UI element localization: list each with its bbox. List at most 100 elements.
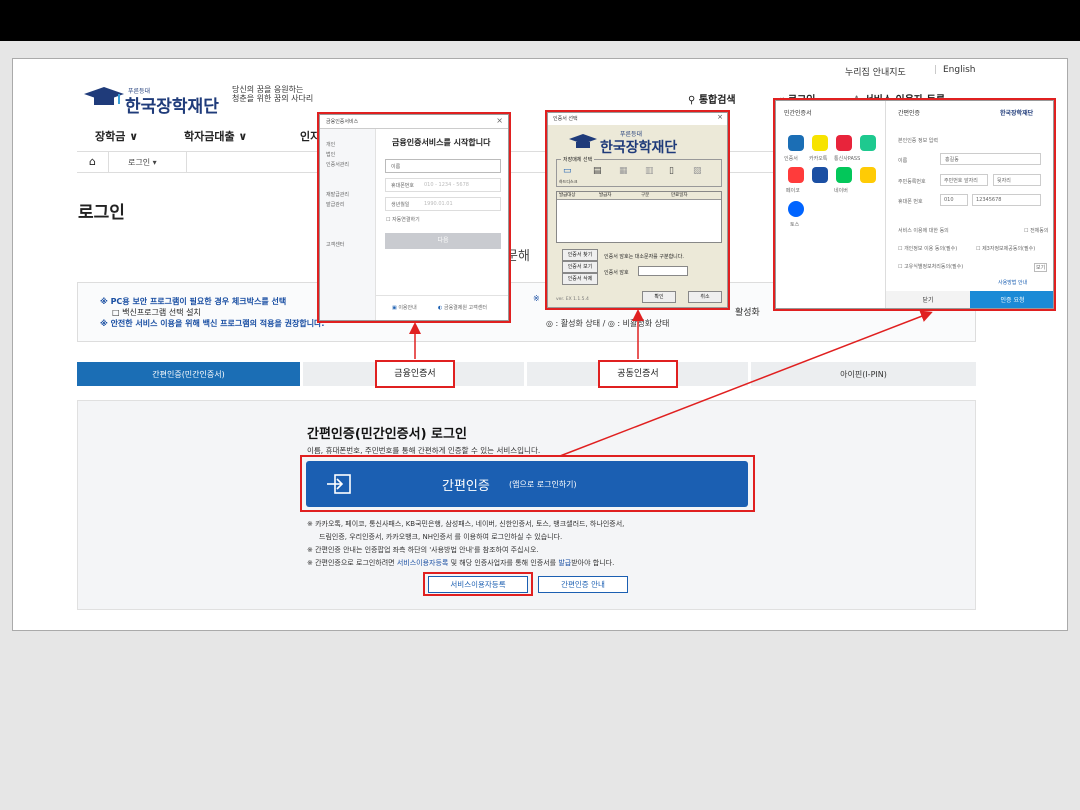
agree-item[interactable]: ☐ 제3자정보제공동의(필수) [976,245,1035,252]
provider-label: 통신사PASS [834,156,861,162]
note4-register-link[interactable]: 서비스이용자등록 [397,559,449,567]
rrn-back-input[interactable]: 뒷자리 [993,174,1041,186]
phone-label: 휴대폰번호 [391,183,415,189]
notice-mark: ※ [533,294,540,303]
simple-auth-sublabel: (앱으로 로그인하기) [509,480,577,489]
rrn-front-input[interactable]: 주민번호 앞자리 [940,174,988,186]
phone-placeholder: 010 - 1234 - 5678 [424,182,469,188]
simple-auth-label: 간편인증 [442,479,490,494]
carrier-select[interactable]: 010 [940,194,968,206]
simple-popup-logo: 한국장학재단 [1000,110,1034,117]
sitemap-link[interactable]: 누리집 안내지도 [845,65,906,78]
name-label: 이름 [898,158,908,164]
auto-connect-checkbox[interactable]: ☐ 자동연결하기 [386,216,420,223]
kb-icon[interactable] [860,167,876,183]
panel-note-3: ※ 간편인증 안내는 인증팝업 좌측 하단의 '사용방법 안내'를 참조하여 주… [307,546,539,554]
guide-button[interactable]: 간편인증 안내 [538,576,628,593]
gnb-loan[interactable]: 학자금대출 ∨ [184,128,247,144]
next-button[interactable]: 다음 [385,233,501,249]
breadcrumb-current[interactable]: 로그인 ▾ [128,157,157,168]
name-value: 홍길동 [945,157,959,163]
request-auth-button[interactable]: 인증 요청 [970,291,1053,308]
pass-icon[interactable] [836,135,852,151]
storage-media-group: 저장매체 선택 ▭ ▤ ▦ ▥ ▯ ▧ 하드디스크 [556,156,722,187]
callout-finance-cert: 금융인증서 [375,360,455,388]
phone-input[interactable]: 12345678 [972,194,1041,206]
cert-provider-icon[interactable] [788,135,804,151]
usage-guide-link[interactable]: 사용방법 안내 [998,279,1027,286]
note4-post: 받아야 합니다. [571,559,615,567]
media-label: 하드디스크 [559,179,578,184]
side-item[interactable]: 고객센터 [326,241,344,248]
phone-label: 휴대폰 번호 [898,199,923,205]
logo-name: 한국장학재단 [125,97,219,117]
side-item[interactable]: 법인 [326,151,335,158]
col-header: 만료일자 [671,193,688,198]
cert-icon[interactable]: ▧ [693,166,702,176]
side-item[interactable]: 개인 [326,141,335,148]
search-label: 통합검색 [698,95,736,106]
save-token-icon[interactable]: ▥ [645,166,654,176]
toss-icon[interactable] [788,201,804,217]
close-icon[interactable]: × [717,113,723,121]
side-item[interactable]: 인증서관리 [326,161,349,168]
close-button[interactable]: 닫기 [886,291,970,308]
tab-ipin[interactable]: 아이핀(I-PIN) [751,362,976,386]
kakao-icon[interactable] [812,135,828,151]
graduation-cap-icon [84,87,124,105]
cancel-button[interactable]: 취소 [688,291,722,303]
bottom-gray-area [0,650,1080,810]
cert-list-table[interactable]: 발급대상 발급자 구분 만료일자 [556,191,722,243]
tab-simple-auth[interactable]: 간편인증(민간인증서) [77,362,300,386]
agree-item[interactable]: ☐ 개인정보 이용 동의(필수) [898,245,957,252]
close-icon[interactable]: × [496,116,503,125]
hard-disk-icon[interactable]: ▭ [563,166,572,176]
agree-item[interactable]: ☐ 고유식별정보처리동의(필수) [898,263,963,270]
note4-mid: 및 해당 인증사업자를 통해 인증서를 [448,559,559,567]
joint-logo: 푸른등대 한국장학재단 [568,129,708,156]
english-link[interactable]: English [943,65,976,75]
finance-heading: 금융인증서비스를 시작합니다 [392,138,491,147]
search-link[interactable]: ⚲ 통합검색 [688,91,736,106]
note4-pre: ※ 간편인증으로 로그인하려면 [307,559,397,567]
usage-guide-link[interactable]: ▣ 이용안내 [392,304,417,311]
find-cert-button[interactable]: 인증서 찾기 [562,249,598,261]
register-button[interactable]: 서비스이용자등록 [428,576,528,593]
payco-icon[interactable] [788,167,804,183]
view-cert-button[interactable]: 인증서 보기 [562,261,598,273]
removable-disk-icon[interactable]: ▤ [593,166,602,176]
login-arrow-icon [327,474,351,494]
search-icon: ⚲ [688,95,696,106]
samsung-pass-icon[interactable] [812,167,828,183]
panel-title: 간편인증(민간인증서) 로그인 [307,427,467,442]
side-item[interactable]: 재발급관리 [326,191,349,198]
info-icon: ▣ [392,305,397,311]
slogan: 당신의 꿈을 응원하는 청춘을 위한 꿈의 사다리 [232,85,313,103]
vaccine-checkbox[interactable]: □ 백신프로그램 선택 설치 [112,307,201,318]
naver-icon[interactable] [836,167,852,183]
simple-name-input[interactable]: 홍길동 [940,153,1041,165]
password-input[interactable] [638,266,688,276]
agree-all-checkbox[interactable]: ☐ 전체동의 [1024,227,1048,234]
carrier-value: 010 [944,197,954,203]
note4-issue-link[interactable]: 발급 [558,559,571,567]
banksalad-icon[interactable] [860,135,876,151]
side-item[interactable]: 발급관리 [326,201,344,208]
agree-item-label: 개인정보 이용 동의(필수) [904,246,958,252]
logo[interactable] [82,86,126,112]
phone-icon[interactable]: ▯ [669,166,674,176]
name-field[interactable]: 이름 [385,159,501,173]
customer-center-link[interactable]: ◐ 금융결제원 고객센터 [438,304,487,311]
simple-auth-button[interactable]: 간편인증 (앱으로 로그인하기) [306,461,748,507]
rrn-front-value: 주민번호 앞자리 [944,178,978,184]
agree-item-label: 고유식별정보처리동의(필수) [904,264,964,270]
delete-cert-button[interactable]: 인증서 삭제 [562,273,598,285]
birth-field[interactable]: 생년월일 1990.01.01 [385,197,501,211]
security-token-icon[interactable]: ▦ [619,166,628,176]
provider-label: 네이버 [834,188,848,194]
home-icon[interactable]: ⌂ [89,155,96,168]
view-button[interactable]: 보기 [1034,263,1048,272]
phone-field[interactable]: 휴대폰번호 010 - 1234 - 5678 [385,178,501,192]
gnb-scholarship[interactable]: 장학금 ∨ [95,128,138,144]
ok-button[interactable]: 확인 [642,291,676,303]
